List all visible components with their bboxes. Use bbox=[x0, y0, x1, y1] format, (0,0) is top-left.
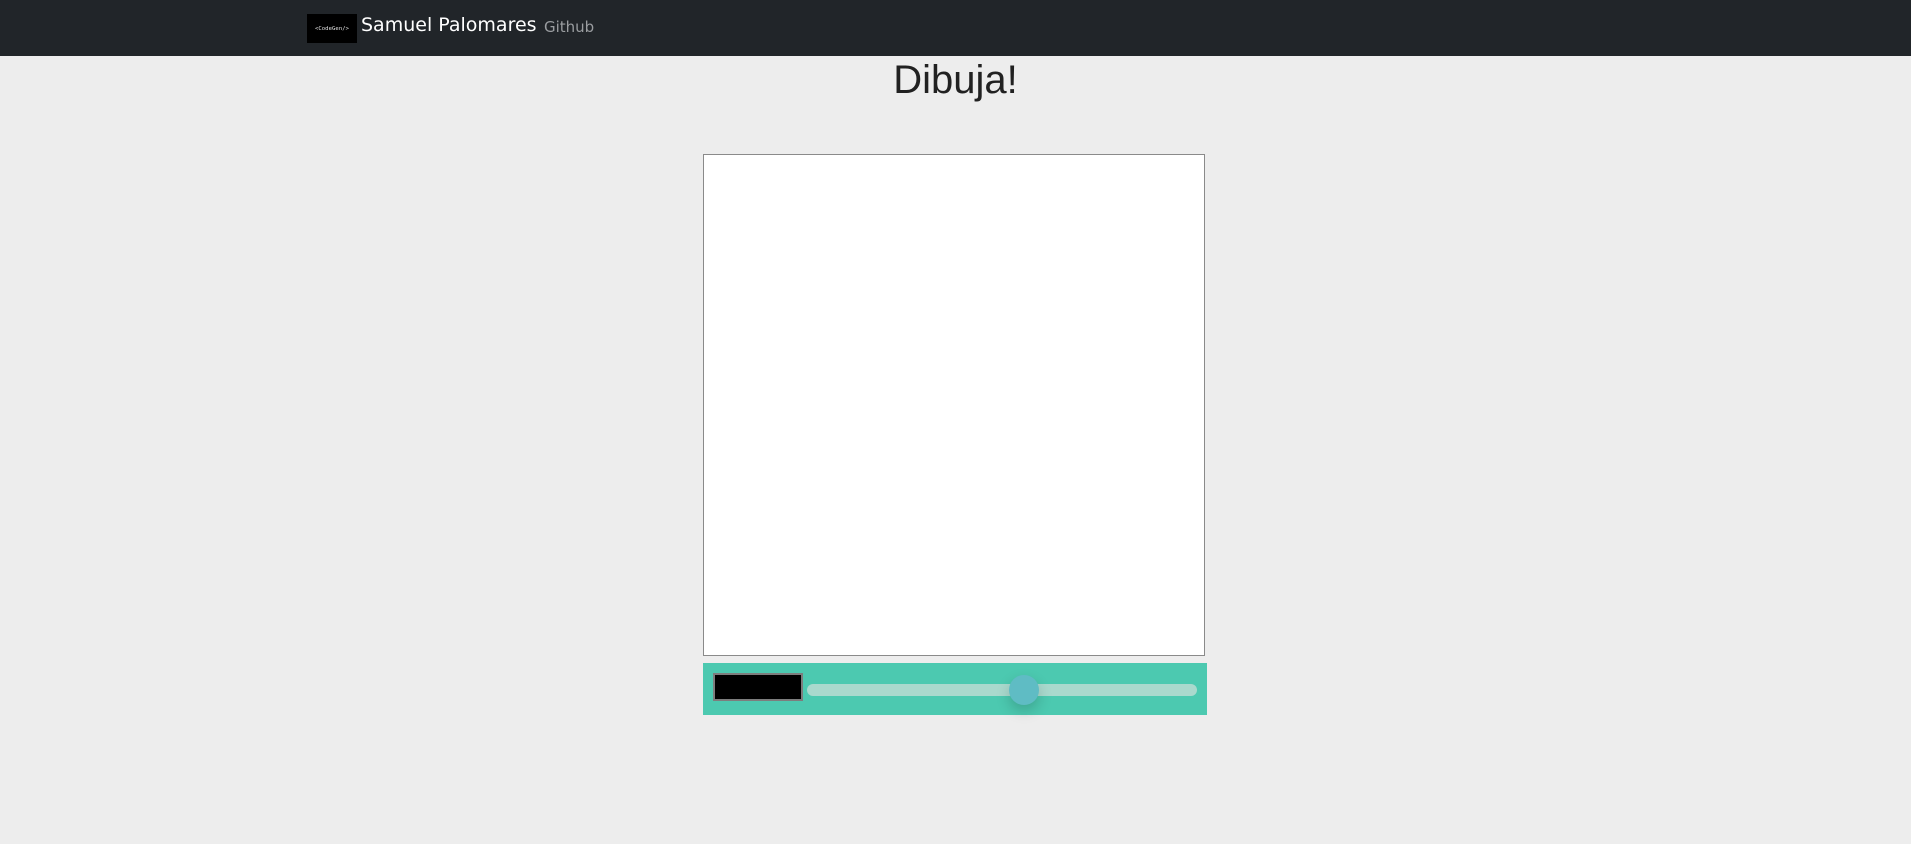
drawing-canvas[interactable] bbox=[703, 154, 1205, 656]
brand-logo[interactable]: <CodeGen/> bbox=[307, 14, 357, 43]
brush-size-slider-track[interactable] bbox=[807, 684, 1197, 696]
top-navbar: <CodeGen/> Samuel Palomares Github bbox=[0, 0, 1911, 56]
brush-size-slider-thumb[interactable] bbox=[1008, 675, 1039, 705]
drawing-toolbar bbox=[703, 663, 1207, 715]
brand-name[interactable]: Samuel Palomares bbox=[361, 13, 537, 37]
page-title: Dibuja! bbox=[893, 58, 1018, 102]
brand-logo-text: <CodeGen/> bbox=[314, 25, 350, 32]
nav-link-github[interactable]: Github bbox=[544, 17, 594, 37]
color-picker[interactable] bbox=[713, 673, 803, 701]
